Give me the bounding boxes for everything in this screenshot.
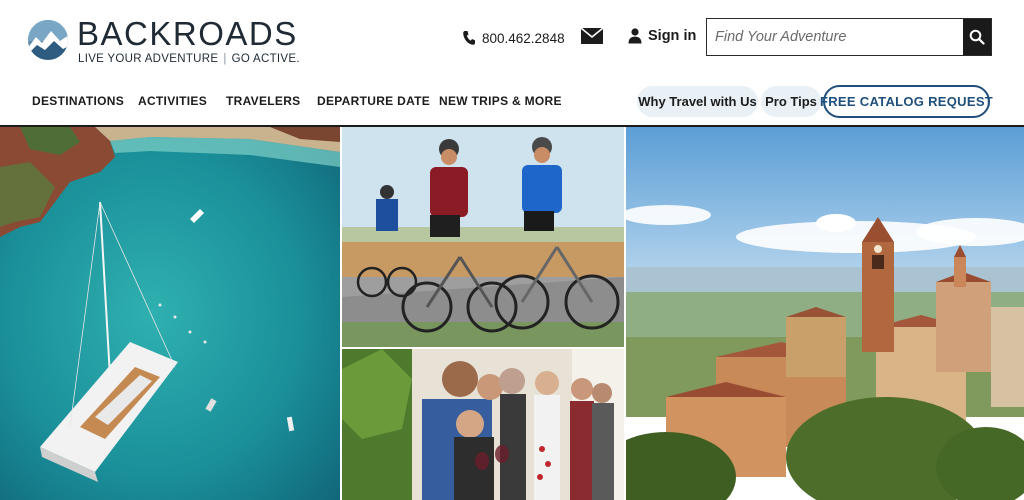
sign-in-label: Sign in <box>648 28 697 44</box>
site-header: BACKROADS LIVE YOUR ADVENTURE | GO ACTIVE.… <box>0 0 1024 78</box>
brand-logo[interactable]: BACKROADS LIVE YOUR ADVENTURE | GO ACTIVE. <box>27 15 300 69</box>
nav-item-new-trips[interactable]: NEW TRIPS & MORE <box>439 94 562 108</box>
phone-number: 800.462.2848 <box>482 30 565 46</box>
cyclists-image <box>342 127 624 347</box>
envelope-icon[interactable] <box>580 27 604 45</box>
hero-photo-wine-group[interactable] <box>342 349 624 500</box>
mountain-globe-icon <box>28 20 68 60</box>
nav-item-travelers[interactable]: TRAVELERS <box>226 94 300 108</box>
search-input[interactable] <box>707 19 963 55</box>
hero-photo-village[interactable] <box>626 127 1024 500</box>
village-image <box>626 127 1024 500</box>
nav-item-destinations[interactable]: DESTINATIONS <box>32 94 124 108</box>
search-button[interactable] <box>963 19 991 55</box>
search-bar <box>706 18 992 56</box>
tagline-left: LIVE YOUR ADVENTURE <box>78 53 219 65</box>
nav-item-activities[interactable]: ACTIVITIES <box>138 94 207 108</box>
brand-name: BACKROADS <box>77 15 298 52</box>
hero-photo-catamaran[interactable] <box>0 127 340 500</box>
free-catalog-button[interactable]: FREE CATALOG REQUEST <box>820 85 993 118</box>
brand-tagline: LIVE YOUR ADVENTURE | GO ACTIVE. <box>78 53 300 65</box>
wine-group-image <box>342 349 624 500</box>
search-icon <box>969 29 985 45</box>
nav-item-departure-date[interactable]: DEPARTURE DATE <box>317 94 430 108</box>
phone-link[interactable]: 800.462.2848 <box>462 28 565 48</box>
tagline-right: GO ACTIVE. <box>231 53 300 65</box>
catamaran-bay-image <box>0 127 340 500</box>
tagline-separator: | <box>223 53 227 65</box>
phone-icon <box>463 31 475 45</box>
main-nav: DESTINATIONS ACTIVITIES TRAVELERS DEPART… <box>0 84 1024 122</box>
pro-tips-button[interactable]: Pro Tips <box>761 86 821 117</box>
hero-photo-cyclists[interactable] <box>342 127 624 347</box>
user-icon <box>628 28 642 44</box>
sign-in-link[interactable]: Sign in <box>628 28 696 44</box>
why-travel-button[interactable]: Why Travel with Us <box>637 86 758 117</box>
